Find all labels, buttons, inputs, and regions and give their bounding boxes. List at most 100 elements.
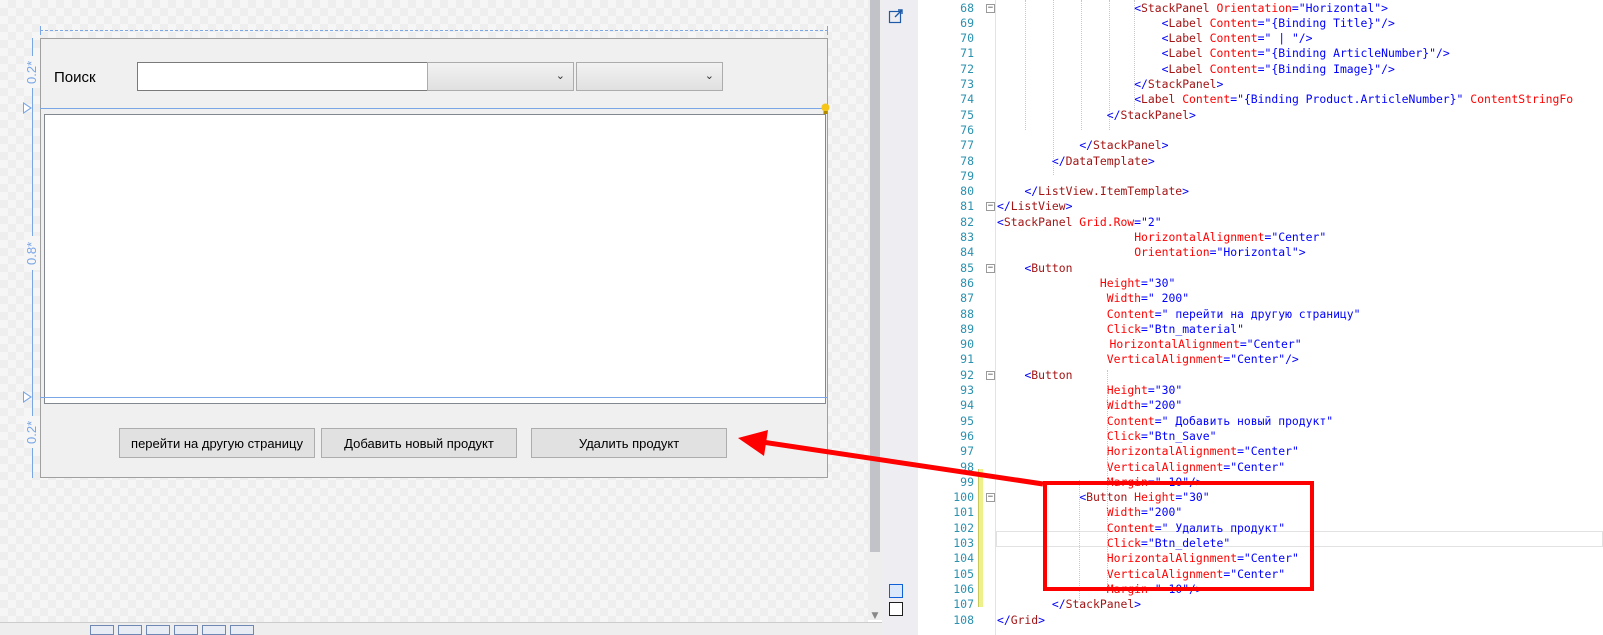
chevron-down-icon: ⌄ (555, 69, 565, 82)
popout-window-icon[interactable] (888, 8, 904, 24)
pane-splitter[interactable] (882, 0, 918, 635)
line-number: 68 (960, 0, 974, 15)
code-token: " (1319, 230, 1327, 244)
code-line[interactable]: </ListView.ItemTemplate> (1024, 184, 1189, 199)
code-line[interactable]: Click="Btn_material" (1107, 322, 1244, 337)
code-line[interactable]: <Label Content="{Binding Image}"/> (1162, 62, 1395, 77)
code-line[interactable]: <Label Content="{Binding Title}"/> (1162, 16, 1395, 31)
line-number: 105 (953, 566, 974, 581)
collapse-icon[interactable]: − (986, 370, 995, 380)
code-token: перейти на другую страницу (1168, 306, 1354, 321)
window-preview[interactable]: Поиск ⌄ ⌄ перейти на другую страницу Доб… (40, 38, 828, 478)
scroll-down-arrow-icon[interactable]: ▼ (868, 611, 882, 621)
lightbulb-icon[interactable] (821, 103, 830, 115)
code-token: Btn_Save (1154, 428, 1210, 443)
code-line[interactable]: </StackPanel> (1134, 77, 1223, 92)
designer-vertical-scrollbar[interactable] (868, 0, 882, 620)
code-token: " (1168, 275, 1176, 290)
line-number: 93 (960, 383, 974, 397)
code-token: 30 (1161, 383, 1176, 397)
code-token: =" (1147, 383, 1162, 397)
code-line[interactable]: Height="30" (1107, 383, 1182, 398)
code-token: Content (1202, 15, 1258, 30)
indent-guide (1109, 0, 1110, 130)
navigate-page-button[interactable]: перейти на другую страницу (119, 428, 315, 458)
collapse-icon[interactable]: − (986, 3, 995, 13)
code-token: " (1175, 398, 1183, 413)
code-token: " (1154, 214, 1162, 229)
code-line[interactable]: Content=" Добавить новый продукт" (1107, 414, 1333, 429)
layout-tool-button[interactable] (174, 625, 198, 635)
row-gridline-2 (40, 397, 828, 398)
indent-guide (1053, 0, 1054, 175)
row-size-label-1[interactable]: 0.2* (24, 56, 40, 88)
code-line[interactable]: </ListView> (997, 199, 1072, 214)
code-line[interactable]: </Grid> (997, 613, 1045, 628)
line-number: 80 (960, 184, 974, 199)
code-line[interactable]: </StackPanel> (1107, 108, 1196, 123)
code-line[interactable]: <Button (1024, 261, 1072, 276)
line-number: 79 (960, 168, 974, 183)
code-token: {Binding Image} (1271, 61, 1375, 76)
horizontal-split-icon[interactable] (889, 602, 903, 616)
code-line[interactable]: HorizontalAlignment="Center" (1134, 230, 1326, 245)
line-number: 85 (960, 260, 974, 275)
code-token: =" (1154, 306, 1169, 321)
code-line[interactable]: Click="Btn_Save" (1107, 429, 1217, 444)
code-token: {Binding Title} (1271, 15, 1375, 30)
code-token: Content (1175, 92, 1231, 107)
line-number: 98 (960, 459, 974, 474)
code-line[interactable]: Width=" 200" (1107, 291, 1189, 306)
collapse-icon[interactable]: − (986, 493, 995, 503)
code-token: =" (1237, 444, 1251, 459)
code-token: Content (1202, 46, 1258, 61)
code-token: =" (1223, 352, 1238, 367)
line-number: 90 (960, 337, 974, 352)
zoom-tool-button[interactable] (90, 625, 114, 635)
code-line[interactable]: HorizontalAlignment="Center" (1110, 337, 1302, 352)
code-token: Label (1168, 31, 1203, 46)
code-token: Horizontal (1223, 245, 1292, 260)
vertical-split-icon[interactable] (889, 584, 903, 598)
code-line[interactable]: VerticalAlignment="Center" (1107, 460, 1285, 475)
code-line[interactable]: <Label Content="{Binding ArticleNumber}"… (1162, 46, 1450, 61)
code-line[interactable]: <Label Content=" | "/> (1162, 31, 1313, 46)
xaml-designer-surface[interactable]: 0.2* 0.8* 0.2* Поиск ⌄ ⌄ перейти на друг… (0, 0, 868, 635)
search-input[interactable] (137, 62, 432, 91)
grid-tool-button[interactable] (118, 625, 142, 635)
delete-product-button[interactable]: Удалить продукт (531, 428, 727, 458)
snap-tool-button[interactable] (146, 625, 170, 635)
code-highlight-annotation (1043, 481, 1314, 591)
code-token: HorizontalAlignment (1109, 337, 1240, 352)
code-line[interactable]: <StackPanel Orientation="Horizontal"> (1134, 1, 1388, 16)
collapse-icon[interactable]: − (986, 263, 995, 273)
code-line[interactable]: VerticalAlignment="Center"/> (1107, 352, 1299, 367)
code-line[interactable]: <Label Content="{Binding Product.Article… (1134, 92, 1573, 107)
code-token: 2 (1147, 214, 1155, 229)
code-token: Content (1202, 31, 1258, 46)
code-line[interactable]: HorizontalAlignment="Center" (1107, 444, 1299, 459)
effects-tool-button[interactable] (202, 625, 226, 635)
sort-combobox-2[interactable]: ⌄ (576, 62, 723, 91)
column-ruler (40, 26, 828, 35)
filter-combobox-1[interactable]: ⌄ (427, 62, 574, 91)
code-line[interactable]: </DataTemplate> (1052, 154, 1155, 169)
add-product-button[interactable]: Добавить новый продукт (321, 428, 517, 458)
code-line[interactable]: Orientation="Horizontal"> (1134, 245, 1305, 260)
code-token: {Binding ArticleNumber} (1271, 46, 1430, 61)
line-number: 73 (960, 77, 974, 91)
artboard-tool-button[interactable] (230, 625, 254, 635)
code-line[interactable]: Content=" перейти на другую страницу" (1107, 307, 1361, 322)
product-list-view[interactable] (44, 114, 826, 404)
code-line[interactable]: </StackPanel> (1052, 597, 1141, 612)
code-line[interactable]: Height="30" (1100, 276, 1175, 291)
code-line[interactable]: <Button (1024, 368, 1072, 383)
code-line[interactable]: Width="200" (1107, 398, 1182, 413)
code-line[interactable]: </StackPanel> (1079, 138, 1168, 153)
scrollbar-thumb[interactable] (870, 0, 880, 552)
row-size-label-2[interactable]: 0.8* (24, 236, 40, 270)
code-line[interactable]: <StackPanel Grid.Row="2" (997, 215, 1162, 230)
code-token: StackPanel (1065, 597, 1135, 612)
collapse-icon[interactable]: − (986, 202, 995, 212)
row-size-label-3[interactable]: 0.2* (24, 416, 40, 448)
